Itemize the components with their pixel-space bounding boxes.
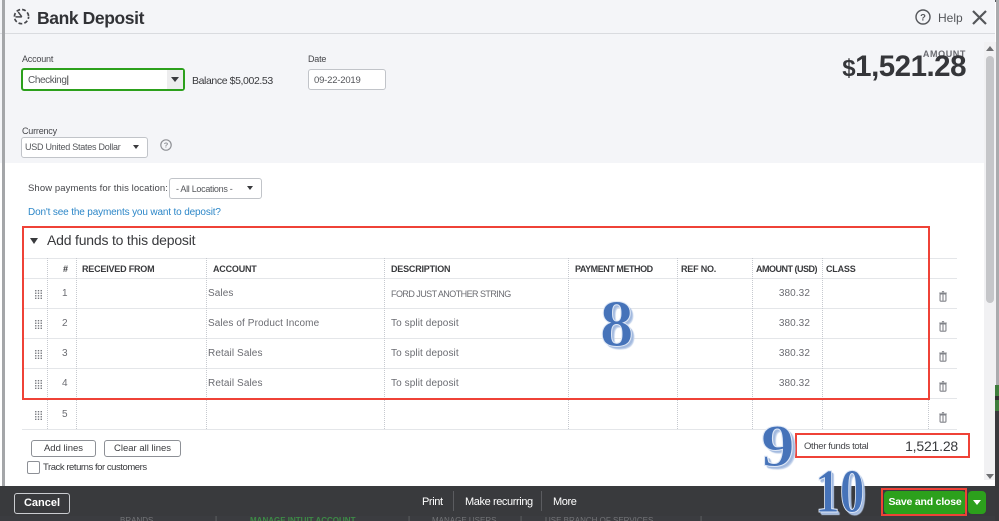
svg-text:?: ? [163, 141, 168, 150]
svg-text:?: ? [920, 13, 926, 24]
